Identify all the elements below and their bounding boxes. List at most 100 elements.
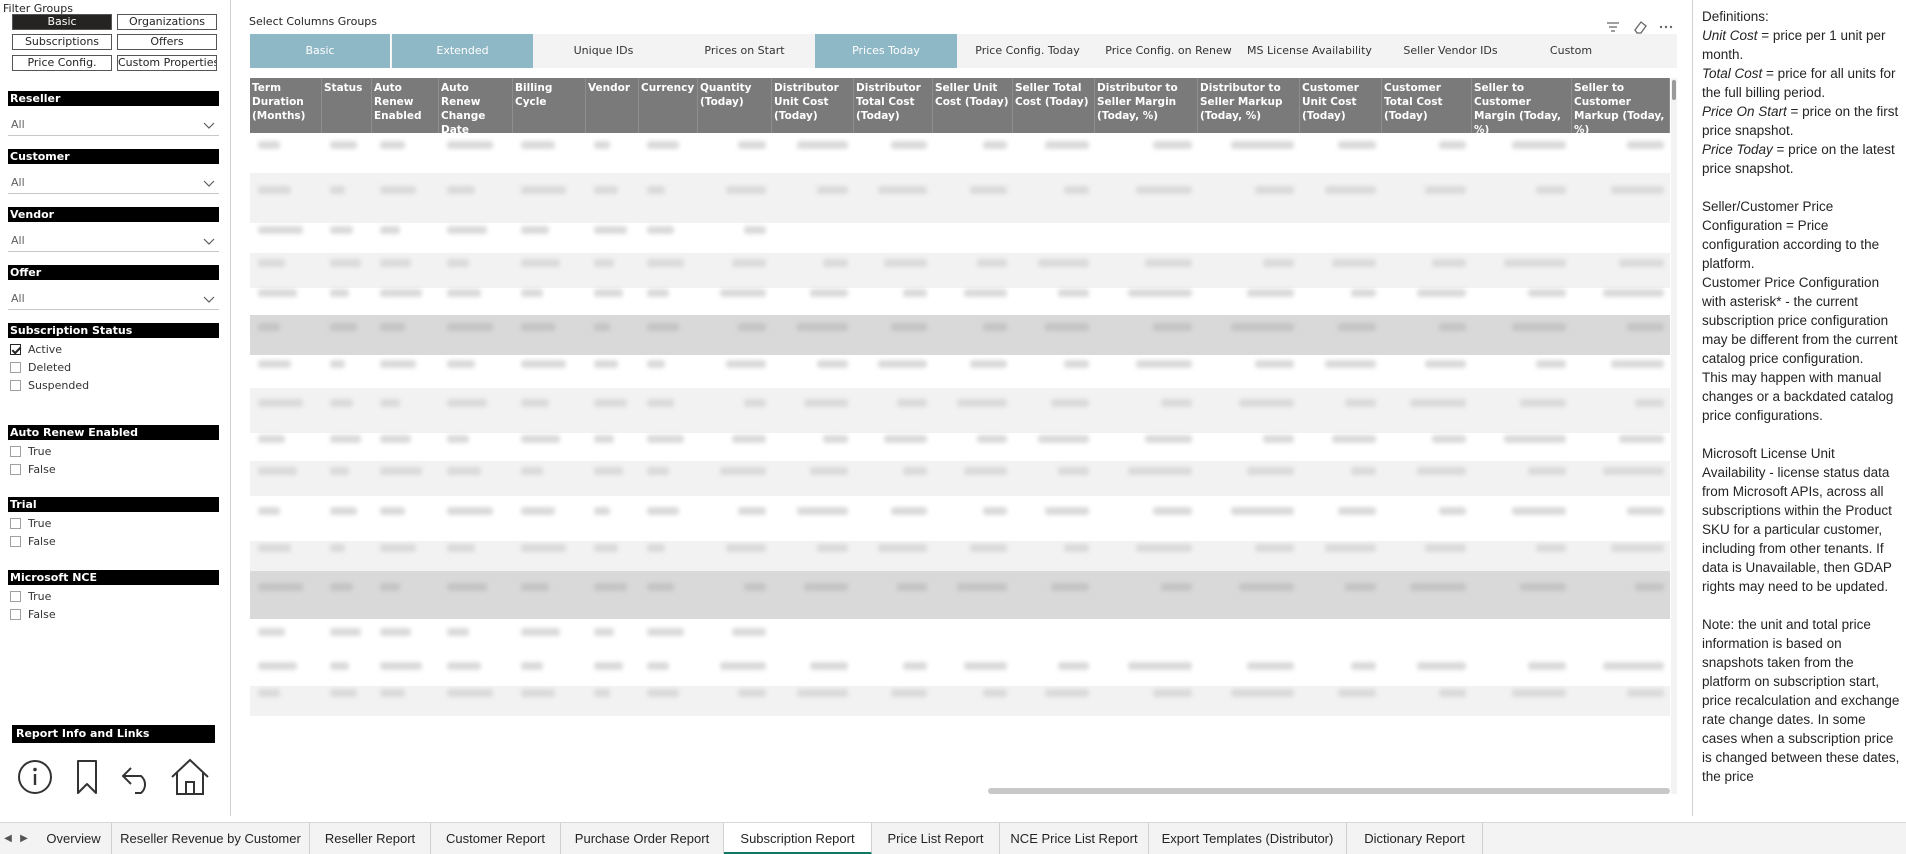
status-deleted-option[interactable]: Deleted xyxy=(10,359,71,375)
scrollbar-thumb[interactable] xyxy=(988,788,1670,794)
table-row[interactable] xyxy=(250,541,1670,571)
column-header[interactable]: Term Duration (Months) xyxy=(250,78,322,133)
column-header[interactable]: Seller Unit Cost (Today) xyxy=(933,78,1013,133)
table-row[interactable] xyxy=(250,433,1670,461)
page-tab-price-list-report[interactable]: Price List Report xyxy=(872,823,1000,854)
table-cell xyxy=(1064,186,1089,194)
reseller-dropdown[interactable]: All xyxy=(8,114,219,136)
tab-extended[interactable]: Extended xyxy=(392,34,533,68)
column-header[interactable]: Status xyxy=(322,78,372,133)
filter-group-basic-button[interactable]: Basic xyxy=(12,14,112,30)
column-header[interactable]: Customer Total Cost (Today) xyxy=(1382,78,1472,133)
column-header[interactable]: Seller to Customer Margin (Today, %) xyxy=(1472,78,1572,133)
horizontal-scrollbar[interactable] xyxy=(250,788,1670,794)
table-cell xyxy=(1439,141,1466,149)
table-row[interactable] xyxy=(250,315,1670,355)
column-header[interactable]: Currency xyxy=(639,78,698,133)
column-header[interactable]: Auto Renew Enabled xyxy=(372,78,439,133)
info-icon[interactable] xyxy=(14,756,56,798)
trial-true-option[interactable]: True xyxy=(10,515,51,531)
table-cell xyxy=(1338,507,1376,515)
column-header[interactable]: Seller Total Cost (Today) xyxy=(1013,78,1095,133)
nce-false-option[interactable]: False xyxy=(10,606,56,622)
filter-group-custom-properties-button[interactable]: Custom Properties xyxy=(117,55,217,71)
column-header[interactable]: Seller to Customer Markup (Today, %) xyxy=(1572,78,1670,133)
status-suspended-option[interactable]: Suspended xyxy=(10,377,89,393)
home-icon[interactable] xyxy=(169,756,211,798)
table-row[interactable] xyxy=(250,686,1670,716)
nce-true-option[interactable]: True xyxy=(10,588,51,604)
filter-group-offers-button[interactable]: Offers xyxy=(117,34,217,50)
table-row[interactable] xyxy=(250,571,1670,619)
tab-prices-today[interactable]: Prices Today xyxy=(815,34,957,68)
page-tab-dictionary-report[interactable]: Dictionary Report xyxy=(1347,823,1483,854)
table-row[interactable] xyxy=(250,388,1670,433)
auto-renew-true-option[interactable]: True xyxy=(10,443,51,459)
page-tab-nce-price-list-report[interactable]: NCE Price List Report xyxy=(1000,823,1149,854)
table-cell xyxy=(1512,507,1566,515)
table-cell xyxy=(447,435,469,443)
table-cell xyxy=(726,544,766,552)
table-row[interactable] xyxy=(250,461,1670,496)
column-header[interactable]: Customer Unit Cost (Today) xyxy=(1300,78,1382,133)
bookmark-icon[interactable] xyxy=(66,756,108,798)
table-row[interactable] xyxy=(250,661,1670,686)
next-page-arrow-icon[interactable]: ▶ xyxy=(18,823,30,854)
page-tab-reseller-revenue[interactable]: Reseller Revenue by Customer xyxy=(112,823,310,854)
tab-price-config-on-renew[interactable]: Price Config. on Renew xyxy=(1098,34,1239,68)
page-tab-reseller-report[interactable]: Reseller Report xyxy=(310,823,431,854)
table-row[interactable] xyxy=(250,223,1670,253)
table-row[interactable] xyxy=(250,253,1670,288)
page-tab-subscription-report[interactable]: Subscription Report xyxy=(724,823,872,854)
filter-group-organizations-button[interactable]: Organizations xyxy=(117,14,217,30)
trial-false-option[interactable]: False xyxy=(10,533,56,549)
column-header[interactable]: Distributor Total Cost (Today) xyxy=(854,78,933,133)
table-row[interactable] xyxy=(250,619,1670,661)
checkbox[interactable] xyxy=(10,463,21,475)
tab-seller-vendor-ids[interactable]: Seller Vendor IDs xyxy=(1380,34,1521,68)
column-header[interactable]: Auto Renew Change Date xyxy=(439,78,513,133)
column-header[interactable]: Distributor to Seller Markup (Today, %) xyxy=(1198,78,1300,133)
page-tab-customer-report[interactable]: Customer Report xyxy=(431,823,561,854)
filter-group-subscriptions-button[interactable]: Subscriptions xyxy=(12,34,112,50)
column-header[interactable]: Quantity (Today) xyxy=(698,78,772,133)
table-row[interactable] xyxy=(250,496,1670,541)
vertical-scrollbar[interactable] xyxy=(1671,78,1677,794)
checkbox[interactable] xyxy=(10,590,21,602)
checkbox[interactable] xyxy=(10,379,21,391)
table-row[interactable] xyxy=(250,288,1670,313)
table-cell xyxy=(891,507,927,515)
filter-group-price-config-button[interactable]: Price Config. xyxy=(12,55,112,71)
offer-dropdown[interactable]: All xyxy=(8,288,219,310)
auto-renew-false-option[interactable]: False xyxy=(10,461,56,477)
page-tab-overview[interactable]: Overview xyxy=(36,823,112,854)
tab-prices-on-start[interactable]: Prices on Start xyxy=(674,34,815,68)
column-header[interactable]: Vendor xyxy=(586,78,639,133)
checkbox-checked[interactable] xyxy=(10,343,21,355)
table-row[interactable] xyxy=(250,355,1670,388)
checkbox[interactable] xyxy=(10,535,21,547)
checkbox[interactable] xyxy=(10,445,21,457)
column-header[interactable]: Distributor to Seller Margin (Today, %) xyxy=(1095,78,1198,133)
column-header[interactable]: Billing Cycle xyxy=(513,78,586,133)
tab-basic[interactable]: Basic xyxy=(250,34,391,68)
checkbox[interactable] xyxy=(10,361,21,373)
status-active-option[interactable]: Active xyxy=(10,341,62,357)
table-cell xyxy=(1512,141,1566,149)
table-row[interactable] xyxy=(250,133,1670,173)
customer-dropdown[interactable]: All xyxy=(8,172,219,194)
tab-price-config-today[interactable]: Price Config. Today xyxy=(957,34,1098,68)
scrollbar-thumb[interactable] xyxy=(1672,80,1676,100)
tab-unique-ids[interactable]: Unique IDs xyxy=(533,34,674,68)
tab-ms-license-availability[interactable]: MS License Availability xyxy=(1239,34,1380,68)
checkbox[interactable] xyxy=(10,517,21,529)
page-tab-purchase-order-report[interactable]: Purchase Order Report xyxy=(561,823,724,854)
tab-custom[interactable]: Custom xyxy=(1521,34,1621,68)
previous-page-arrow-icon[interactable]: ◀ xyxy=(2,823,14,854)
checkbox[interactable] xyxy=(10,608,21,620)
column-header[interactable]: Distributor Unit Cost (Today) xyxy=(772,78,854,133)
page-tab-export-templates[interactable]: Export Templates (Distributor) xyxy=(1149,823,1347,854)
table-row[interactable] xyxy=(250,173,1670,223)
vendor-dropdown[interactable]: All xyxy=(8,230,219,252)
undo-icon[interactable] xyxy=(117,756,159,798)
